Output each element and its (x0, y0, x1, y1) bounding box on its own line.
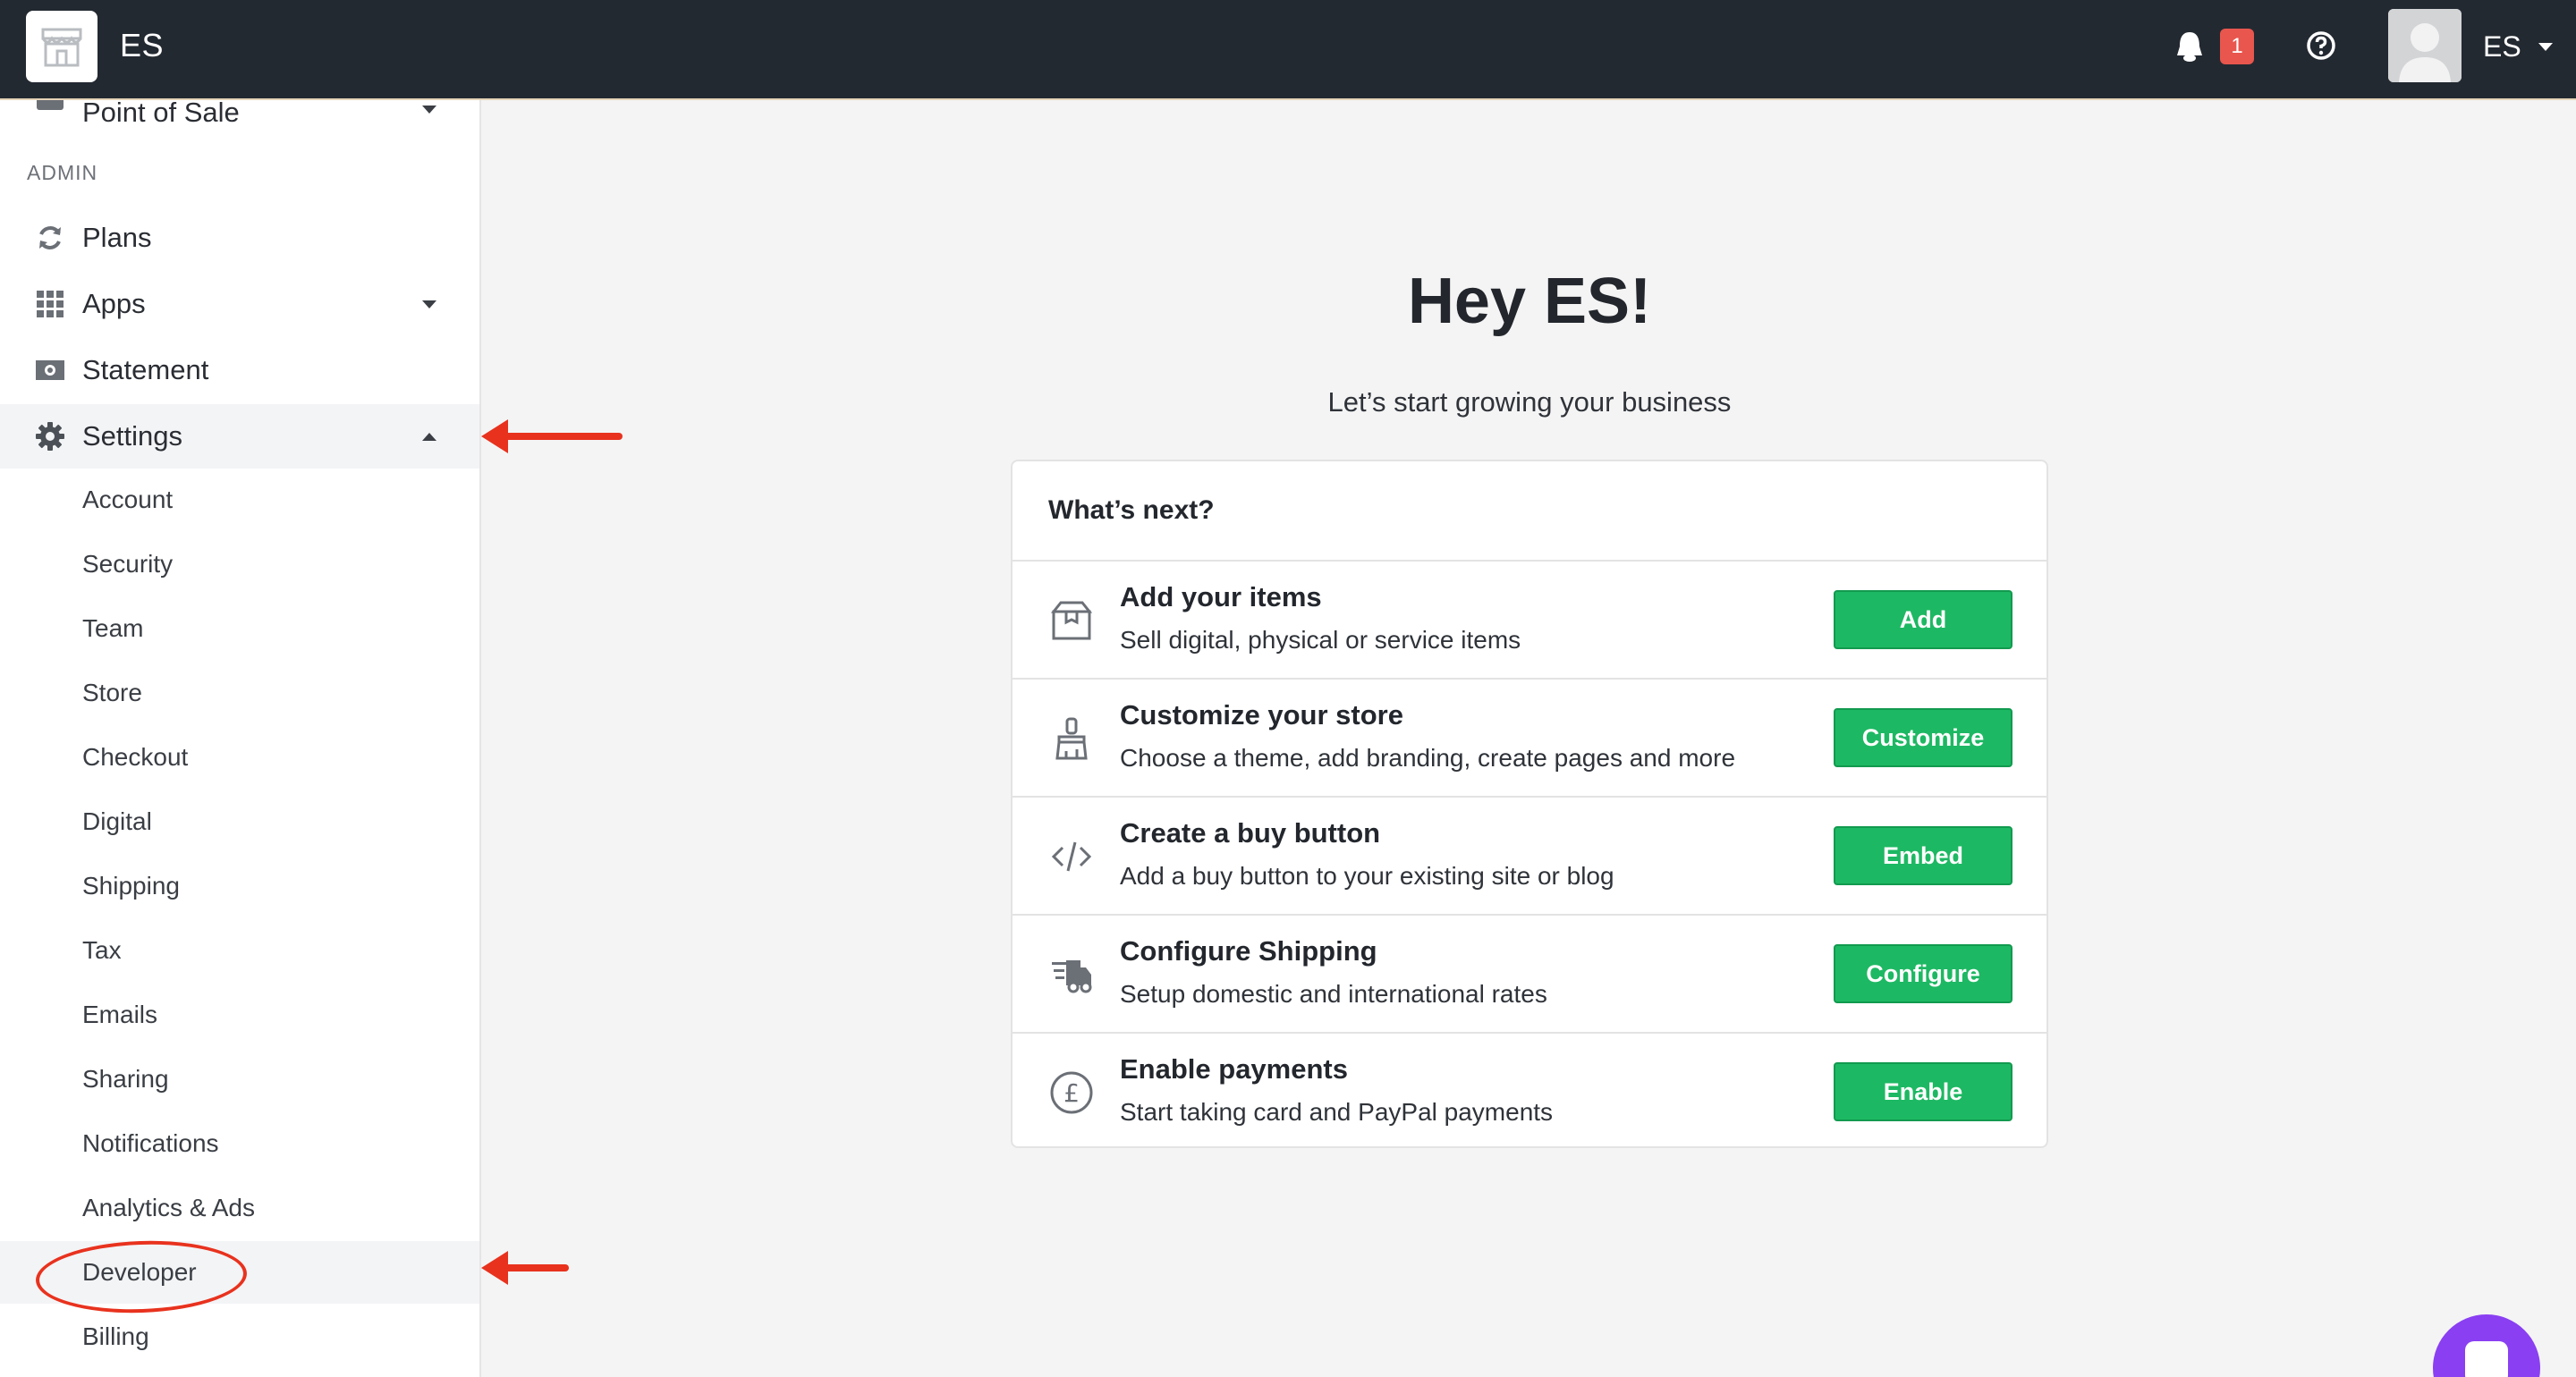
task-description: Add a buy button to your existing site o… (1120, 862, 1614, 890)
task-title: Add your items (1120, 581, 1322, 612)
task-title: Configure Shipping (1120, 935, 1377, 967)
sidebar-item-plans[interactable]: Plans (0, 206, 479, 270)
task-title: Create a buy button (1120, 817, 1381, 849)
task-row-customize-store: Customize your store Choose a theme, add… (1013, 680, 2046, 798)
settings-sub-store[interactable]: Store (0, 662, 479, 724)
sub-item-label: Tax (82, 936, 122, 964)
sub-item-label: Checkout (82, 743, 189, 771)
user-menu-name[interactable]: ES (2483, 30, 2521, 63)
configure-button[interactable]: Configure (1834, 944, 2012, 1003)
avatar[interactable] (2388, 9, 2462, 82)
add-button[interactable]: Add (1834, 590, 2012, 649)
customize-button[interactable]: Customize (1834, 708, 2012, 767)
task-description: Setup domestic and international rates (1120, 980, 1547, 1008)
notifications-bell[interactable] (2172, 27, 2207, 66)
credit-card-icon (34, 100, 66, 116)
chevron-up-icon[interactable] (422, 433, 436, 441)
storefront-icon (41, 28, 82, 67)
sidebar-item-label: Statement (82, 354, 209, 385)
sub-item-label: Emails (82, 1001, 158, 1028)
annotation-arrow-developer (481, 1251, 569, 1285)
settings-sub-team[interactable]: Team (0, 597, 479, 660)
brush-icon (1048, 715, 1095, 762)
top-bar: ES 1 ES (0, 0, 2576, 100)
store-name[interactable]: ES (120, 27, 164, 64)
sub-item-label: Digital (82, 807, 152, 835)
notification-count-badge[interactable]: 1 (2220, 29, 2254, 64)
chevron-down-icon[interactable] (422, 300, 436, 308)
help-icon (2307, 31, 2335, 60)
task-row-configure-shipping: Configure Shipping Setup domestic and in… (1013, 916, 2046, 1034)
page-subtitle: Let’s start growing your business (1327, 386, 1732, 418)
task-title: Customize your store (1120, 699, 1403, 731)
sidebar-item-label: Point of Sale (82, 100, 240, 128)
sidebar-item-label: Settings (82, 420, 183, 452)
pound-icon: £ (1048, 1069, 1095, 1116)
refresh-icon (34, 222, 66, 254)
svg-text:£: £ (1063, 1078, 1080, 1108)
gear-icon (34, 420, 66, 452)
bell-icon (2177, 32, 2202, 62)
task-row-add-items: Add your items Sell digital, physical or… (1013, 562, 2046, 680)
sidebar-item-settings[interactable]: Settings (0, 404, 479, 469)
settings-sub-emails[interactable]: Emails (0, 984, 479, 1046)
sub-item-label: Notifications (82, 1129, 219, 1157)
sub-item-label: Security (82, 550, 174, 578)
task-description: Start taking card and PayPal payments (1120, 1098, 1554, 1126)
settings-sub-security[interactable]: Security (0, 533, 479, 596)
sub-item-label: Account (82, 486, 174, 513)
task-description: Sell digital, physical or service items (1120, 626, 1521, 654)
sub-item-label: Analytics & Ads (82, 1194, 255, 1221)
chevron-down-icon (422, 106, 436, 114)
card-title: What’s next? (1048, 495, 1215, 525)
settings-sub-checkout[interactable]: Checkout (0, 726, 479, 789)
enable-button[interactable]: Enable (1834, 1062, 2012, 1121)
user-silhouette-icon (2388, 9, 2462, 82)
grid-icon (34, 288, 66, 320)
sub-item-label: Store (82, 679, 142, 706)
annotation-arrow-settings (481, 419, 623, 453)
sub-item-label: Team (82, 614, 144, 642)
box-icon (1048, 597, 1095, 644)
settings-sub-billing[interactable]: Billing (0, 1305, 479, 1368)
sidebar-item-label: Apps (82, 288, 146, 319)
task-row-buy-button: Create a buy button Add a buy button to … (1013, 798, 2046, 916)
task-row-enable-payments: £ Enable payments Start taking card and … (1013, 1034, 2046, 1152)
money-icon (34, 354, 66, 386)
store-logo[interactable] (26, 11, 97, 82)
whats-next-card: What’s next? Add your items Sell digital… (1011, 460, 2048, 1148)
task-description: Choose a theme, add branding, create pag… (1120, 744, 1736, 772)
sub-item-label: Sharing (82, 1065, 169, 1093)
chevron-down-icon[interactable] (2538, 43, 2553, 51)
sidebar: Point of Sale ADMIN Plans Apps Statement… (0, 100, 481, 1377)
chat-launcher-button[interactable] (2433, 1314, 2540, 1377)
settings-sub-notifications[interactable]: Notifications (0, 1112, 479, 1175)
card-header: What’s next? (1013, 461, 2046, 562)
sub-item-label: Shipping (82, 872, 180, 900)
settings-sub-sharing[interactable]: Sharing (0, 1048, 479, 1111)
settings-sub-tax[interactable]: Tax (0, 919, 479, 982)
settings-sub-account[interactable]: Account (0, 469, 479, 531)
task-title: Enable payments (1120, 1053, 1348, 1085)
sidebar-item-label: Plans (82, 222, 152, 253)
sub-item-label: Billing (82, 1322, 149, 1350)
admin-section-label: ADMIN (27, 161, 98, 184)
sidebar-item-apps[interactable]: Apps (0, 272, 479, 336)
page-title: Hey ES! (1407, 266, 1652, 337)
help-button[interactable] (2304, 29, 2338, 63)
settings-sub-shipping[interactable]: Shipping (0, 855, 479, 917)
settings-sub-analytics-ads[interactable]: Analytics & Ads (0, 1177, 479, 1239)
code-icon (1048, 833, 1095, 880)
sidebar-item-statement[interactable]: Statement (0, 338, 479, 402)
truck-icon (1048, 951, 1095, 998)
sidebar-item-point-of-sale[interactable]: Point of Sale (0, 100, 479, 132)
chat-icon (2465, 1341, 2508, 1377)
embed-button[interactable]: Embed (1834, 826, 2012, 885)
settings-sub-digital[interactable]: Digital (0, 790, 479, 853)
